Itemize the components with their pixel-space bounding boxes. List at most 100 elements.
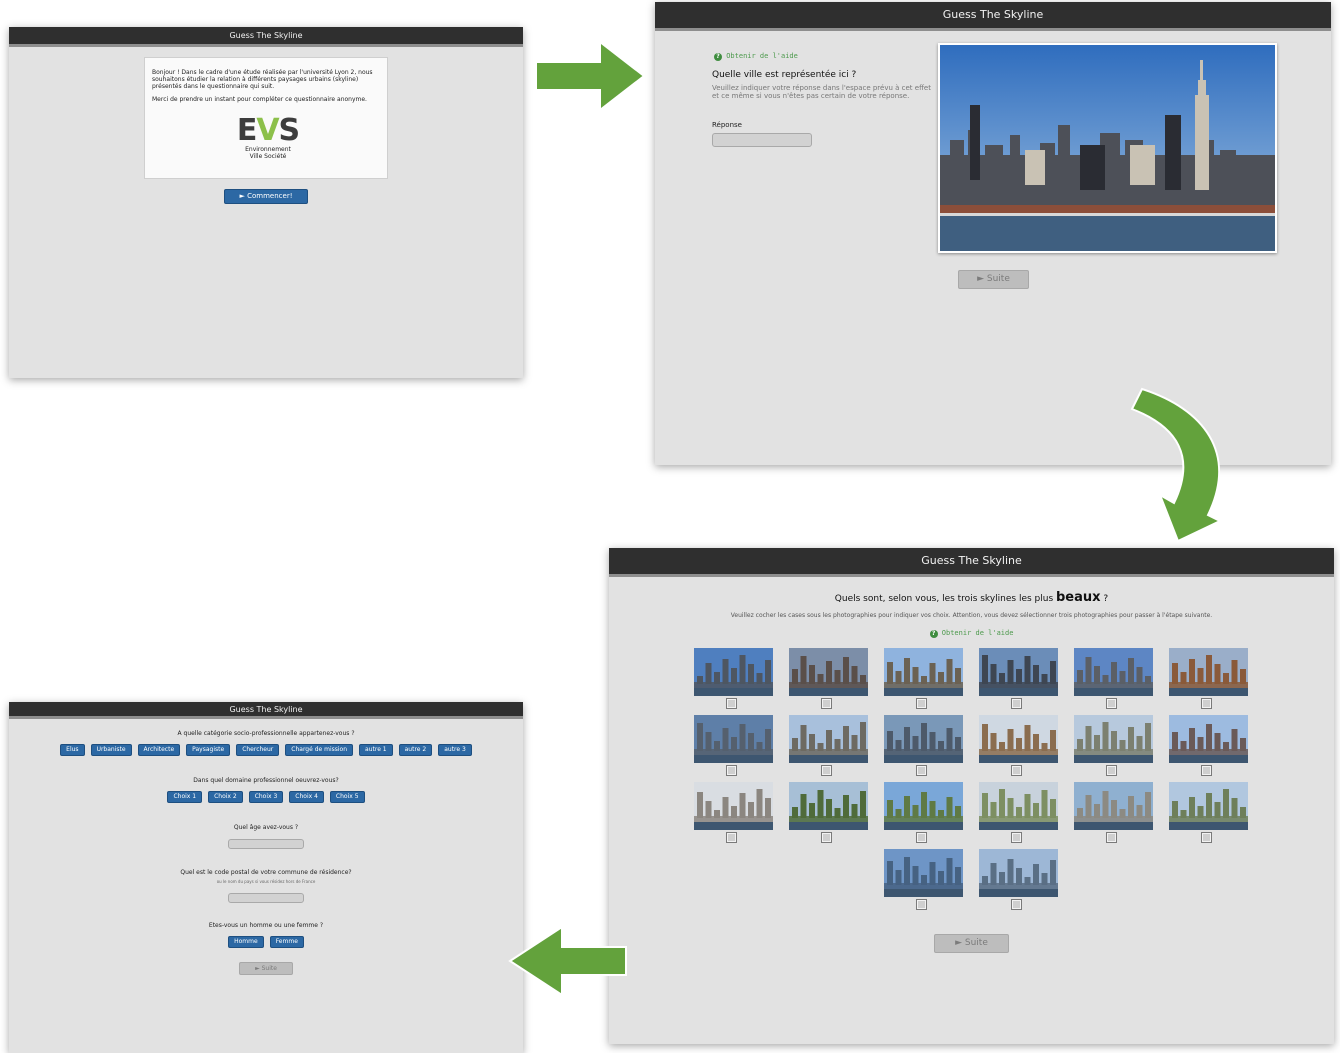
intro-card: Bonjour ! Dans le cadre d'une étude réal… xyxy=(144,57,388,179)
question-prefix: Quels sont, selon vous, les trois skylin… xyxy=(834,594,1056,604)
skyline-thumbnail xyxy=(884,849,963,897)
category-button[interactable]: Architecte xyxy=(137,744,181,756)
postal-input[interactable] xyxy=(228,893,304,903)
photo-checkbox[interactable] xyxy=(1201,765,1212,776)
gender-button[interactable]: Homme xyxy=(228,936,264,948)
skyline-thumbnail-image xyxy=(1169,715,1248,763)
skyline-thumbnail-image xyxy=(1169,782,1248,830)
photo-checkbox[interactable] xyxy=(916,899,927,910)
skyline-thumbnail-image xyxy=(1074,715,1153,763)
question-suffix: ? xyxy=(1100,594,1109,604)
help-label: Obtenir de l'aide xyxy=(941,629,1014,637)
skyline-thumbnail xyxy=(884,782,963,830)
answer-input[interactable] xyxy=(712,133,812,147)
gender-options: Homme Femme xyxy=(9,936,523,948)
category-button[interactable]: Urbaniste xyxy=(90,744,132,756)
suite-button[interactable]: ► Suite xyxy=(934,934,1009,953)
photo-checkbox[interactable] xyxy=(916,832,927,843)
photo-checkbox[interactable] xyxy=(1201,832,1212,843)
photo-checkbox[interactable] xyxy=(1106,698,1117,709)
skyline-thumbnail xyxy=(789,715,868,763)
photo-checkbox[interactable] xyxy=(1011,832,1022,843)
skyline-thumbnail-image xyxy=(979,648,1058,696)
skyline-thumbnail-image xyxy=(1074,648,1153,696)
photo-checkbox[interactable] xyxy=(916,698,927,709)
age-input[interactable] xyxy=(228,839,304,849)
photo-checkbox[interactable] xyxy=(1011,698,1022,709)
skyline-thumbnail-image xyxy=(979,782,1058,830)
category-button[interactable]: Chercheur xyxy=(236,744,280,756)
category-button[interactable]: Paysagiste xyxy=(186,744,231,756)
skyline-thumbnail xyxy=(884,648,963,696)
suite-button[interactable]: ► Suite xyxy=(239,962,293,975)
photo-checkbox[interactable] xyxy=(1201,698,1212,709)
evs-logo: EVS Environnement Ville Société xyxy=(233,116,303,161)
question-instructions: Veuillez cocher les cases sous les photo… xyxy=(730,612,1213,619)
category-button[interactable]: Elus xyxy=(60,744,85,756)
skyline-thumbnail xyxy=(1169,782,1248,830)
help-link[interactable]: ? Obtenir de l'aide xyxy=(609,629,1334,638)
intro-window: Guess The Skyline Bonjour ! Dans le cadr… xyxy=(9,27,523,378)
skyline-thumbnail xyxy=(1074,648,1153,696)
skyline-thumbnail-image xyxy=(979,715,1058,763)
category-button[interactable]: autre 2 xyxy=(398,744,433,756)
skyline-thumbnail xyxy=(694,715,773,763)
question-instructions: Veuillez indiquer votre réponse dans l'e… xyxy=(712,84,931,100)
skyline-thumbnail xyxy=(884,715,963,763)
skyline-thumbnail-image xyxy=(1169,648,1248,696)
photo-checkbox[interactable] xyxy=(726,698,737,709)
question-emphasis: beaux xyxy=(1056,590,1101,605)
gender-question: Etes-vous un homme ou une femme ? xyxy=(208,922,324,929)
category-button[interactable]: Chargé de mission xyxy=(285,744,354,756)
photo-checkbox[interactable] xyxy=(1106,765,1117,776)
domain-button[interactable]: Choix 1 xyxy=(167,791,203,803)
domain-button[interactable]: Choix 5 xyxy=(329,791,365,803)
app-title: Guess The Skyline xyxy=(921,554,1022,567)
help-link[interactable]: ? Obtenir de l'aide xyxy=(714,52,798,61)
skyline-thumbnail xyxy=(694,782,773,830)
curved-down-arrow-icon xyxy=(1130,387,1223,543)
skyline-thumbnail xyxy=(1169,715,1248,763)
app-title: Guess The Skyline xyxy=(229,705,303,714)
postal-note: ou le nom du pays si vous résidez hors d… xyxy=(216,879,316,884)
photo-checkbox[interactable] xyxy=(1106,832,1117,843)
question-title: Quels sont, selon vous, les trois skylin… xyxy=(609,590,1334,605)
skyline-thumbnail-image xyxy=(884,648,963,696)
domain-button[interactable]: Choix 3 xyxy=(248,791,284,803)
skyline-thumbnail-image xyxy=(694,715,773,763)
domain-options: Choix 1 Choix 2 Choix 3 Choix 4 Choix 5 xyxy=(9,791,523,803)
right-arrow-icon xyxy=(535,40,646,112)
start-button[interactable]: ► Commencer! xyxy=(224,189,308,204)
photo-checkbox[interactable] xyxy=(1011,899,1022,910)
category-question: A quelle catégorie socio-professionnelle… xyxy=(177,730,355,737)
title-bar: Guess The Skyline xyxy=(609,548,1334,577)
photo-checkbox[interactable] xyxy=(916,765,927,776)
intro-paragraph: Bonjour ! Dans le cadre d'une étude réal… xyxy=(152,69,373,90)
ranking-window: Guess The Skyline Quels sont, selon vous… xyxy=(609,548,1334,1044)
suite-button[interactable]: ► Suite xyxy=(958,270,1029,289)
photo-checkbox[interactable] xyxy=(821,832,832,843)
skyline-thumbnail-image xyxy=(694,648,773,696)
skyline-thumbnail xyxy=(1074,782,1153,830)
evs-logo-letters: EVS xyxy=(233,116,303,146)
photo-checkbox[interactable] xyxy=(1011,765,1022,776)
skyline-thumbnail-image xyxy=(979,849,1058,897)
skyline-thumbnail-image xyxy=(789,715,868,763)
skyline-thumbnail xyxy=(979,849,1058,897)
domain-button[interactable]: Choix 4 xyxy=(289,791,324,803)
help-icon: ? xyxy=(929,630,938,638)
category-options: Elus Urbaniste Architecte Paysagiste Cherche… xyxy=(9,744,523,756)
skyline-thumbnail-image xyxy=(789,648,868,696)
domain-button[interactable]: Choix 2 xyxy=(208,791,243,803)
photo-checkbox[interactable] xyxy=(726,832,737,843)
photo-checkbox[interactable] xyxy=(821,698,832,709)
gender-button[interactable]: Femme xyxy=(269,936,304,948)
skyline-thumbnail xyxy=(979,782,1058,830)
title-bar: Guess The Skyline xyxy=(9,27,523,47)
skyline-thumbnail-image xyxy=(884,782,963,830)
category-button[interactable]: autre 1 xyxy=(359,744,393,756)
skyline-thumbnail xyxy=(789,648,868,696)
photo-checkbox[interactable] xyxy=(821,765,832,776)
category-button[interactable]: autre 3 xyxy=(438,744,472,756)
photo-checkbox[interactable] xyxy=(726,765,737,776)
